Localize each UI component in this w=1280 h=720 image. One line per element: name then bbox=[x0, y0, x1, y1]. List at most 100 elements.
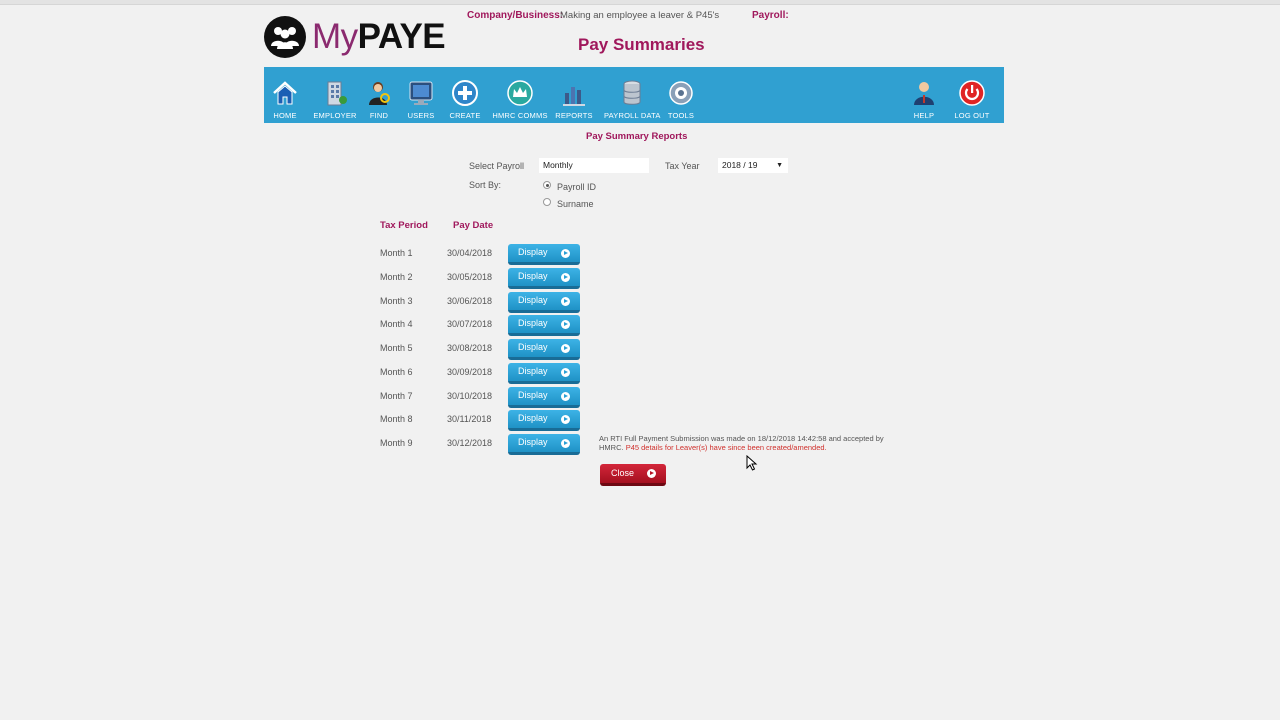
section-title: Pay Summary Reports bbox=[586, 131, 688, 142]
logo-my: My bbox=[312, 17, 358, 56]
help-person-icon bbox=[914, 82, 934, 105]
main-toolbar: HOME EMPLOYER FIND USERS CREATE HMRC COM… bbox=[264, 67, 1004, 123]
toolbar-employer[interactable]: EMPLOYER bbox=[312, 67, 358, 123]
toolbar-label: PAYROLL DATA bbox=[604, 111, 661, 120]
toolbar-home[interactable]: HOME bbox=[268, 67, 302, 123]
page-title: Pay Summaries bbox=[578, 35, 705, 54]
tax-period-cell: Month 2 bbox=[380, 272, 413, 282]
arrow-right-icon bbox=[561, 392, 570, 401]
chevron-down-icon: ▼ bbox=[776, 162, 783, 169]
select-payroll-label: Select Payroll bbox=[469, 161, 525, 171]
tax-year-label: Tax Year bbox=[665, 161, 700, 171]
pay-date-cell: 30/11/2018 bbox=[447, 414, 492, 424]
tax-period-cell: Month 1 bbox=[380, 248, 413, 258]
display-button[interactable]: Display bbox=[508, 434, 580, 455]
tax-period-cell: Month 8 bbox=[380, 414, 413, 424]
display-button[interactable]: Display bbox=[508, 292, 580, 313]
payroll-label: Payroll: bbox=[752, 10, 789, 21]
top-border bbox=[0, 0, 1280, 5]
display-button[interactable]: Display bbox=[508, 387, 580, 408]
toolbar-label: HMRC COMMS bbox=[492, 111, 548, 120]
arrow-right-icon bbox=[561, 439, 570, 448]
gear-icon bbox=[669, 81, 693, 105]
tax-period-cell: Month 4 bbox=[380, 319, 413, 329]
display-button[interactable]: Display bbox=[508, 410, 580, 431]
database-icon bbox=[623, 80, 641, 105]
sort-surname-label: Surname bbox=[557, 199, 594, 209]
toolbar-find[interactable]: FIND bbox=[364, 67, 394, 123]
display-button[interactable]: Display bbox=[508, 339, 580, 360]
tax-period-cell: Month 3 bbox=[380, 296, 413, 306]
toolbar-label: HELP bbox=[913, 111, 935, 120]
display-button-label: Display bbox=[518, 247, 548, 257]
tax-period-cell: Month 6 bbox=[380, 367, 413, 377]
toolbar-label: TOOLS bbox=[667, 111, 695, 120]
pay-date-cell: 30/05/2018 bbox=[447, 272, 493, 282]
arrow-right-icon bbox=[561, 273, 570, 282]
company-label: Company/Business: bbox=[467, 10, 564, 21]
pay-date-cell: 30/07/2018 bbox=[447, 319, 493, 329]
toolbar-label: FIND bbox=[369, 111, 389, 120]
toolbar-label: HOME bbox=[273, 111, 297, 120]
sort-payroll-id-radio[interactable] bbox=[543, 181, 551, 189]
arrow-right-icon bbox=[561, 368, 570, 377]
tax-year-select[interactable]: 2018 / 19 ▼ bbox=[718, 158, 788, 173]
display-button-label: Display bbox=[518, 318, 548, 328]
pay-date-header: Pay Date bbox=[453, 220, 494, 231]
arrow-right-icon bbox=[561, 344, 570, 353]
pay-date-cell: 30/09/2018 bbox=[447, 367, 493, 377]
pay-date-cell: 30/10/2018 bbox=[447, 391, 493, 401]
rti-warning-text: P45 details for Leaver(s) have since bee… bbox=[625, 443, 827, 452]
arrow-right-icon bbox=[561, 415, 570, 424]
toolbar-users[interactable]: USERS bbox=[406, 67, 436, 123]
logo-paye: PAYE bbox=[357, 17, 446, 56]
company-value: Making an employee a leaver & P45's bbox=[560, 10, 720, 21]
sort-surname-radio[interactable] bbox=[543, 198, 551, 206]
reports-chart-icon bbox=[563, 87, 585, 106]
toolbar-logout[interactable]: LOG OUT bbox=[952, 67, 992, 123]
display-button-label: Display bbox=[518, 295, 548, 305]
rti-notice: An RTI Full Payment Submission was made … bbox=[599, 434, 899, 452]
display-button[interactable]: Display bbox=[508, 268, 580, 289]
display-button-label: Display bbox=[518, 366, 548, 376]
crown-icon bbox=[507, 80, 533, 106]
pay-date-cell: 30/04/2018 bbox=[447, 248, 493, 258]
display-button-label: Display bbox=[518, 413, 548, 423]
toolbar-reports[interactable]: REPORTS bbox=[554, 67, 594, 123]
close-button[interactable]: Close bbox=[600, 464, 666, 486]
tax-period-header: Tax Period bbox=[380, 220, 428, 231]
tax-period-cell: Month 9 bbox=[380, 438, 413, 448]
sort-payroll-id-label: Payroll ID bbox=[557, 182, 597, 192]
person-search-icon bbox=[369, 82, 390, 105]
display-button[interactable]: Display bbox=[508, 315, 580, 336]
logo-wordmark: MyPAYE bbox=[312, 16, 446, 58]
display-button-label: Display bbox=[518, 437, 548, 447]
toolbar-label: USERS bbox=[407, 111, 435, 120]
display-button[interactable]: Display bbox=[508, 363, 580, 384]
sort-by-label: Sort By: bbox=[469, 180, 502, 190]
close-button-label: Close bbox=[611, 468, 635, 478]
users-monitor-icon bbox=[409, 81, 433, 105]
toolbar-help[interactable]: HELP bbox=[910, 67, 938, 123]
select-payroll-input[interactable]: Monthly bbox=[539, 158, 649, 173]
toolbar-label: CREATE bbox=[449, 111, 481, 120]
pay-date-cell: 30/06/2018 bbox=[447, 296, 493, 306]
display-button-label: Display bbox=[518, 271, 548, 281]
home-icon bbox=[273, 81, 297, 105]
toolbar-payroll-data[interactable]: PAYROLL DATA bbox=[604, 67, 660, 123]
toolbar-create[interactable]: CREATE bbox=[449, 67, 481, 123]
pay-date-cell: 30/08/2018 bbox=[447, 343, 493, 353]
display-button[interactable]: Display bbox=[508, 244, 580, 265]
toolbar-label: LOG OUT bbox=[954, 111, 990, 120]
toolbar-hmrc-comms[interactable]: HMRC COMMS bbox=[492, 67, 548, 123]
toolbar-label: EMPLOYER bbox=[313, 111, 357, 120]
toolbar-tools[interactable]: TOOLS bbox=[666, 67, 696, 123]
power-icon bbox=[959, 80, 985, 106]
mouse-cursor-icon bbox=[746, 455, 758, 471]
building-icon bbox=[327, 81, 347, 106]
arrow-right-icon bbox=[561, 249, 570, 258]
tax-year-value: 2018 / 19 bbox=[722, 160, 758, 170]
plus-circle-icon bbox=[452, 80, 478, 106]
pay-date-cell: 30/12/2018 bbox=[447, 438, 493, 448]
people-logo-icon bbox=[264, 16, 306, 58]
